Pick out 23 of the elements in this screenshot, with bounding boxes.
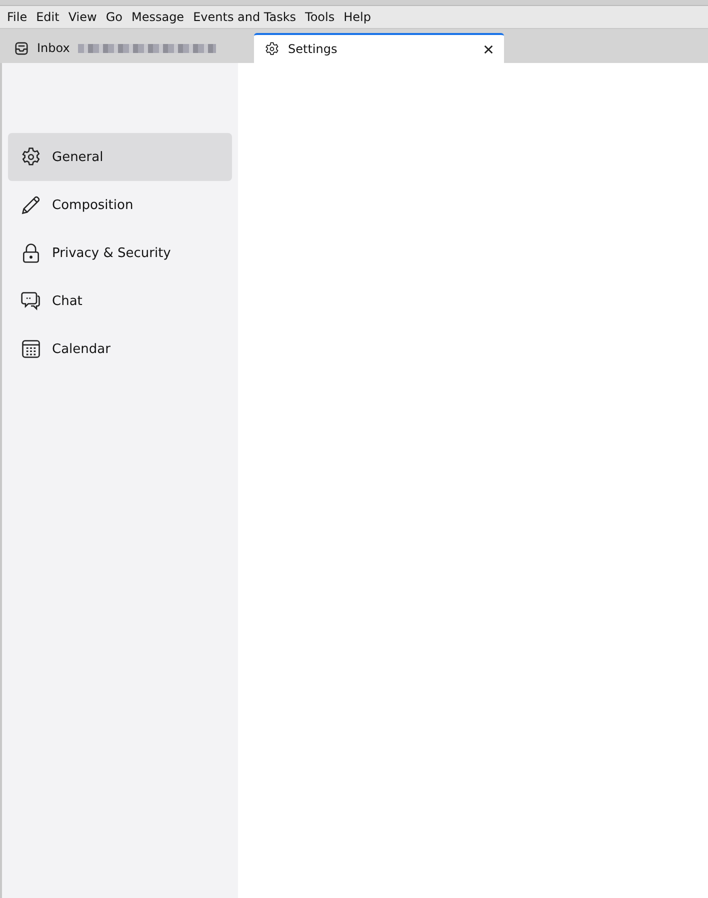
menu-item[interactable]: Help (344, 10, 371, 24)
sidebar-item[interactable]: General (8, 133, 232, 181)
menu-item[interactable]: Edit (36, 10, 60, 24)
menu-item[interactable]: File (7, 10, 28, 24)
close-icon[interactable] (483, 44, 494, 54)
pencil-icon (20, 194, 42, 216)
tab[interactable]: Inbox (4, 33, 254, 63)
menu-item[interactable]: View (68, 10, 97, 24)
chat-bubbles-icon (20, 290, 42, 312)
inbox-icon (14, 40, 29, 56)
sidebar-item[interactable]: Privacy & Security (8, 229, 232, 277)
gear-icon (20, 146, 42, 168)
sidebar-item[interactable]: Composition (8, 181, 232, 229)
sidebar-item[interactable]: Calendar (8, 325, 232, 373)
calendar-icon (20, 338, 42, 360)
sidebar-item[interactable]: Chat (8, 277, 232, 325)
menu-item[interactable]: Events and Tasks (193, 10, 296, 24)
tab[interactable]: Settings (254, 33, 504, 63)
padlock-icon (20, 242, 42, 264)
gear-icon (264, 41, 280, 57)
menu-item[interactable]: Go (106, 10, 122, 24)
menu-item[interactable]: Message (131, 10, 184, 24)
menu-item[interactable]: Tools (305, 10, 335, 24)
